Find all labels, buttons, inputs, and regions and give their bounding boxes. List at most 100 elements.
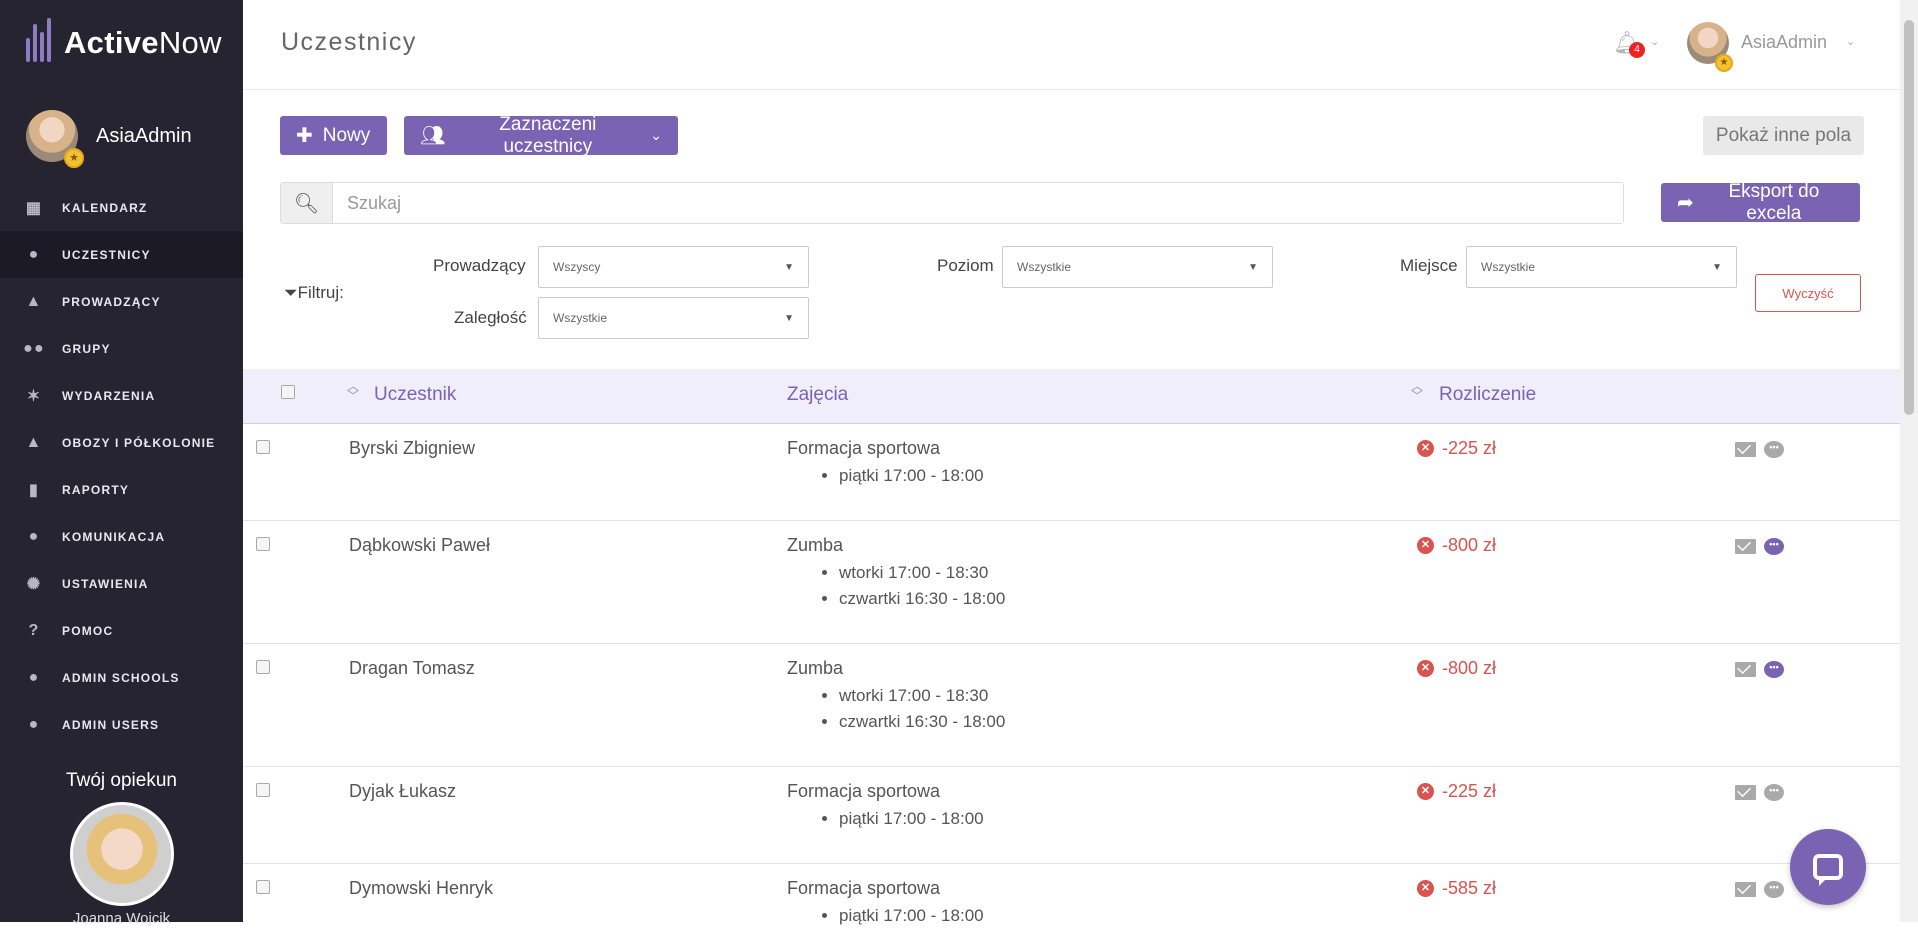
topbar: Uczestnicy 🔔︎ 4 ⌄ ★ AsiaAdmin ⌄ (243, 0, 1900, 90)
plus-icon: ✚ (296, 125, 313, 147)
sidebar-item-grupy[interactable]: ●● GRUPY (0, 325, 243, 372)
row-checkbox[interactable] (256, 440, 270, 454)
sidebar-item-ustawienia[interactable]: ✺ USTAWIENIA (0, 560, 243, 607)
live-chat-button[interactable] (1790, 829, 1866, 905)
row-checkbox[interactable] (256, 880, 270, 894)
schedule-list: wtorki 17:00 - 18:30czwartki 16:30 - 18:… (839, 683, 1005, 735)
chat-bubble-icon[interactable]: ••• (1764, 784, 1784, 801)
participant-name[interactable]: Byrski Zbigniew (349, 438, 475, 459)
class-name: Formacja sportowa (787, 878, 941, 898)
class-cell: Formacja sportowa piątki 17:00 - 18:00 (787, 878, 984, 929)
mail-icon[interactable] (1735, 539, 1756, 554)
error-circle-icon: ✕ (1417, 660, 1434, 677)
chevron-down-icon[interactable]: ⌄ (1846, 35, 1855, 48)
sidebar-item-label: KOMUNIKACJA (62, 529, 166, 544)
sidebar-user[interactable]: ★ AsiaAdmin (26, 110, 192, 168)
balance-cell: ✕ -800 zł (1417, 658, 1496, 679)
schedule-item: piątki 17:00 - 18:00 (839, 903, 984, 929)
schedule-item: czwartki 16:30 - 18:00 (839, 586, 1005, 612)
participant-name[interactable]: Dyjak Łukasz (349, 781, 456, 802)
sidebar-item-label: GRUPY (62, 341, 111, 356)
schedule-list: wtorki 17:00 - 18:30czwartki 16:30 - 18:… (839, 560, 1005, 612)
participant-name[interactable]: Dragan Tomasz (349, 658, 475, 679)
sidebar-item-komunikacja[interactable]: ● KOMUNIKACJA (0, 513, 243, 560)
sidebar-item-raporty[interactable]: ▮ RAPORTY (0, 466, 243, 513)
schedule-list: piątki 17:00 - 18:00 (839, 903, 984, 929)
row-checkbox[interactable] (256, 783, 270, 797)
chat-bubble-icon[interactable]: ••• (1764, 538, 1784, 555)
mail-icon[interactable] (1735, 882, 1756, 897)
class-cell: Zumba wtorki 17:00 - 18:30czwartki 16:30… (787, 535, 1005, 612)
user-icon: ● (28, 668, 40, 686)
selected-participants-button[interactable]: 👥︎ Zaznaczeni uczestnicy ⌄ (404, 114, 678, 157)
clear-filters-button[interactable]: Wyczyść (1755, 274, 1861, 312)
class-cell: Zumba wtorki 17:00 - 18:30czwartki 16:30… (787, 658, 1005, 735)
table-header: ︿ ﹀ Uczestnik Zajęcia ︿ ﹀ Rozliczenie (243, 369, 1900, 424)
show-other-fields-button[interactable]: Pokaż inne pola (1703, 116, 1864, 155)
sidebar-item-uczestnicy[interactable]: ● UCZESTNICY (0, 231, 243, 278)
place-select[interactable]: Wszystkie ▼ (1466, 246, 1737, 288)
mail-icon[interactable] (1735, 442, 1756, 457)
sidebar-item-label: KALENDARZ (62, 200, 148, 215)
sidebar-user-name: AsiaAdmin (96, 124, 192, 147)
sidebar-item-pomoc[interactable]: ? POMOC (0, 607, 243, 654)
topbar-avatar[interactable]: ★ (1687, 22, 1733, 72)
new-button[interactable]: ✚ Nowy (280, 116, 387, 155)
export-excel-button[interactable]: ➦ Eksport do excela (1661, 180, 1860, 224)
search-input[interactable] (333, 183, 1623, 223)
export-excel-label: Eksport do excela (1728, 180, 1820, 224)
new-button-label: Nowy (322, 124, 371, 146)
scrollbar-thumb[interactable] (1904, 20, 1914, 415)
participant-name[interactable]: Dymowski Henryk (349, 878, 493, 899)
schedule-item: piątki 17:00 - 18:00 (839, 806, 984, 832)
sidebar-item-wydarzenia[interactable]: ✶ WYDARZENIA (0, 372, 243, 419)
chat-bubble-icon[interactable]: ••• (1764, 881, 1784, 898)
balance-value: -800 zł (1442, 658, 1497, 678)
sidebar-item-prowadzacy[interactable]: ▲ PROWADZĄCY (0, 278, 243, 325)
billing-column-header[interactable]: Rozliczenie (1439, 384, 1536, 406)
caret-down-icon: ▼ (784, 312, 794, 324)
schedule-list: piątki 17:00 - 18:00 (839, 806, 984, 832)
class-name: Formacja sportowa (787, 438, 941, 458)
topbar-user-name[interactable]: AsiaAdmin (1741, 32, 1827, 53)
level-select[interactable]: Wszystkie ▼ (1002, 246, 1273, 288)
mail-icon[interactable] (1735, 785, 1756, 800)
instructor-select[interactable]: Wszyscy ▼ (538, 246, 809, 288)
schedule-list: piątki 17:00 - 18:00 (839, 463, 984, 489)
sidebar-item-obozy[interactable]: ▲ OBOZY I PÓŁKOLONIE (0, 419, 243, 466)
sidebar: ActiveNow ★ AsiaAdmin ▦ KALENDARZ ● UCZEST… (0, 0, 243, 927)
debt-select[interactable]: Wszystkie ▼ (538, 297, 809, 339)
schedule-item: czwartki 16:30 - 18:00 (839, 709, 1005, 735)
logo[interactable]: ActiveNow (26, 18, 222, 68)
guardian-avatar[interactable] (69, 802, 174, 906)
sidebar-item-kalendarz[interactable]: ▦ KALENDARZ (0, 184, 243, 231)
search-bar: 🔍︎ (280, 182, 1624, 224)
chevron-down-icon[interactable]: ⌄ (1650, 35, 1659, 48)
chat-bubble-icon[interactable]: ••• (1764, 661, 1784, 678)
table-row: Dąbkowski Paweł Zumba wtorki 17:00 - 18:… (243, 521, 1900, 644)
caret-down-icon: ▼ (784, 261, 794, 273)
award-badge-icon: ★ (64, 148, 84, 168)
mail-icon[interactable] (1735, 662, 1756, 677)
sidebar-item-admin-schools[interactable]: ● ADMIN SCHOOLS (0, 654, 243, 701)
chat-bubble-icon[interactable]: ••• (1764, 441, 1784, 458)
class-name: Zumba (787, 658, 844, 678)
table-row: Dymowski Henryk Formacja sportowa piątki… (243, 864, 1900, 925)
participant-column-header[interactable]: Uczestnik (374, 384, 456, 406)
sidebar-item-label: RAPORTY (62, 482, 130, 497)
tent-icon: ▲ (25, 433, 43, 451)
select-all-checkbox[interactable] (281, 385, 295, 399)
row-checkbox[interactable] (256, 660, 270, 674)
sort-icon[interactable]: ︿ ﹀ (347, 380, 359, 402)
sort-icon[interactable]: ︿ ﹀ (1411, 380, 1423, 402)
avatar: ★ (1687, 22, 1733, 72)
balance-value: -225 zł (1442, 781, 1497, 801)
row-checkbox[interactable] (256, 537, 270, 551)
users-icon: 👥︎ (420, 125, 446, 147)
users-icon: ●● (23, 339, 45, 357)
participant-name[interactable]: Dąbkowski Paweł (349, 535, 490, 556)
sidebar-item-label: WYDARZENIA (62, 388, 156, 403)
sidebar-item-admin-users[interactable]: ● ADMIN USERS (0, 701, 243, 748)
caret-down-icon: ▼ (1248, 261, 1258, 273)
balance-cell: ✕ -225 zł (1417, 438, 1496, 459)
